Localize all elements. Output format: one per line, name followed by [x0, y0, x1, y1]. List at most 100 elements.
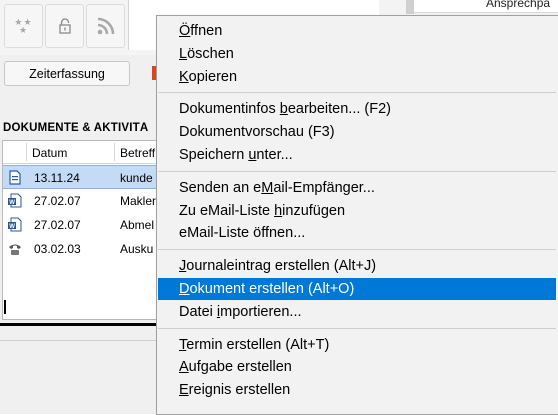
menu-item-label-text: reignis erstellen [188, 382, 291, 399]
table-header: Datum Betreff [3, 141, 157, 164]
rss-icon [97, 17, 114, 35]
splitter-bar[interactable] [0, 323, 160, 326]
menu-item-label-text: Dokumentinfos [179, 101, 280, 118]
menu-item-accelerator: h [274, 202, 283, 219]
zeiterfassung-button[interactable]: Zeiterfassung [4, 61, 130, 86]
scrollbar-thumb[interactable] [406, 0, 414, 14]
row-date: 27.02.07 [34, 194, 81, 208]
context-menu: Öffnen Löschen Kopieren Dokumentinfos bearb… [156, 15, 558, 415]
menu-item[interactable]: eMail-Liste öffnen... [158, 222, 556, 244]
menu-item-accelerator: b [279, 101, 288, 118]
svg-text:W: W [9, 224, 15, 230]
menu-item-label: Speichern unter... [179, 147, 293, 163]
menu-item[interactable]: Senden an eMail-Empfänger... [158, 177, 556, 199]
menu-item-label-text: ufgabe erstellen [188, 359, 292, 376]
column-separator [26, 143, 27, 161]
menu-item-label: eMail-Liste öffnen... [179, 225, 305, 241]
menu-item-label: Datei importieren... [179, 304, 302, 320]
menu-item-accelerator: K [179, 68, 189, 85]
menu-item-label-text: ermin erstellen (Alt+T) [186, 336, 330, 353]
menu-item-label: Dokumentvorschau (F3) [179, 124, 335, 140]
menu-item-label-text: nter... [256, 147, 293, 163]
menu-item-label-text: Senden an e [179, 179, 262, 196]
menu-item-label: Kopieren [179, 69, 237, 85]
menu-item-label-text: Dokumentvorschau (F3) [179, 124, 335, 141]
column-separator [114, 143, 115, 161]
svg-text:W: W [9, 200, 15, 206]
menu-item[interactable]: Öffnen [158, 20, 556, 42]
word-document-icon: W [8, 217, 22, 232]
menu-item-label-text: inzufügen [282, 202, 346, 219]
menu-item[interactable]: Kopieren [158, 66, 556, 88]
stars-button[interactable]: ★★ ★ [4, 4, 43, 48]
menu-item-accelerator: M [261, 179, 274, 196]
row-subject: kunde [120, 171, 153, 185]
menu-item-label: Zu eMail-Liste hinzufügen [179, 203, 345, 219]
menu-separator [158, 249, 556, 251]
menu-item-label-text: öschen [187, 45, 234, 62]
column-header-subject[interactable]: Betreff [120, 146, 155, 160]
row-subject: Abmel [120, 218, 155, 232]
menu-item[interactable]: Zu eMail-Liste hinzufügen [158, 200, 556, 222]
menu-item-label-text: ail-Empfänger... [273, 179, 375, 196]
menu-item-label: Aufgabe erstellen [179, 359, 292, 375]
row-date: 03.02.03 [34, 242, 81, 256]
menu-separator [158, 170, 556, 172]
menu-item-label-text: mportieren... [220, 303, 302, 320]
menu-item-label: Löschen [179, 46, 234, 62]
text-cursor [4, 300, 6, 314]
menu-item-label: Dokumentinfos bearbeiten... (F2) [179, 101, 391, 117]
menu-separator [158, 92, 556, 94]
menu-item[interactable]: Dokumentinfos bearbeiten... (F2) [158, 98, 556, 120]
menu-item-label-text: eMail-Liste öffnen... [179, 225, 306, 242]
menu-item-label: Dokument erstellen (Alt+O) [179, 281, 354, 297]
menu-item-label: Ereignis erstellen [179, 382, 290, 398]
menu-item-label: Öffnen [179, 23, 222, 39]
menu-separator [158, 327, 556, 329]
table-row[interactable]: 13.11.24 kunde [3, 165, 157, 189]
menu-item-accelerator: Ö [179, 23, 191, 39]
menu-item-label-text: Zu eMail-Liste [179, 202, 275, 219]
row-date: 13.11.24 [34, 171, 80, 185]
menu-item[interactable]: Aufgabe erstellen [158, 356, 556, 378]
menu-item[interactable]: Dokument erstellen (Alt+O) [158, 278, 556, 300]
phone-icon [9, 244, 21, 255]
menu-item-label-text: Datei [179, 303, 217, 320]
row-subject: Ausku [120, 242, 154, 256]
menu-item-label-text: earbeiten... (F2) [287, 101, 391, 118]
lock-button[interactable] [45, 4, 84, 48]
menu-item[interactable]: Speichern unter... [158, 144, 556, 166]
menu-item[interactable]: Datei importieren... [158, 301, 556, 323]
menu-item[interactable]: Journaleintrag erstellen (Alt+J) [158, 255, 556, 277]
menu-item-accelerator: L [179, 45, 188, 62]
menu-item-accelerator: A [179, 359, 189, 376]
menu-item-label: Senden an eMail-Empfänger... [179, 180, 375, 196]
menu-item-accelerator: E [179, 382, 189, 399]
menu-item[interactable]: Dokumentvorschau (F3) [158, 121, 556, 143]
rss-button[interactable] [86, 4, 125, 48]
row-subject: Makler [120, 194, 157, 208]
bottom-panel [0, 340, 160, 414]
menu-item-label-text: okument erstellen (Alt+O) [189, 281, 355, 297]
menu-item-label-text: ournaleintrag erstellen (Alt+J) [186, 258, 377, 275]
documents-table: Datum Betreff 13.11.24 kunde W 27.02.07 … [2, 140, 158, 320]
menu-item[interactable]: Ereignis erstellen [158, 379, 556, 401]
table-row[interactable]: 03.02.03 Ausku [3, 237, 157, 261]
column-header-date[interactable]: Datum [32, 146, 67, 160]
menu-item[interactable]: Termin erstellen (Alt+T) [158, 334, 556, 356]
menu-item-label-text: Speichern [179, 147, 249, 163]
word-document-icon: W [8, 193, 22, 208]
document-icon [9, 170, 21, 185]
stars-icon: ★★ ★ [14, 17, 33, 35]
menu-item-label-text: opieren [188, 68, 238, 85]
menu-item[interactable]: Löschen [158, 43, 556, 65]
menu-item-label-text: ffnen [190, 23, 223, 39]
right-header-label: Ansprechpa [486, 0, 551, 10]
section-title: DOKUMENTE & AKTIVITÄ [3, 122, 149, 134]
right-header-cell: Ansprechpa [414, 0, 558, 13]
row-date: 27.02.07 [34, 218, 81, 232]
menu-item-label: Journaleintrag erstellen (Alt+J) [179, 258, 376, 274]
table-row[interactable]: W 27.02.07 Makler [3, 189, 157, 213]
lock-icon [58, 18, 71, 34]
table-row[interactable]: W 27.02.07 Abmel [3, 213, 157, 237]
